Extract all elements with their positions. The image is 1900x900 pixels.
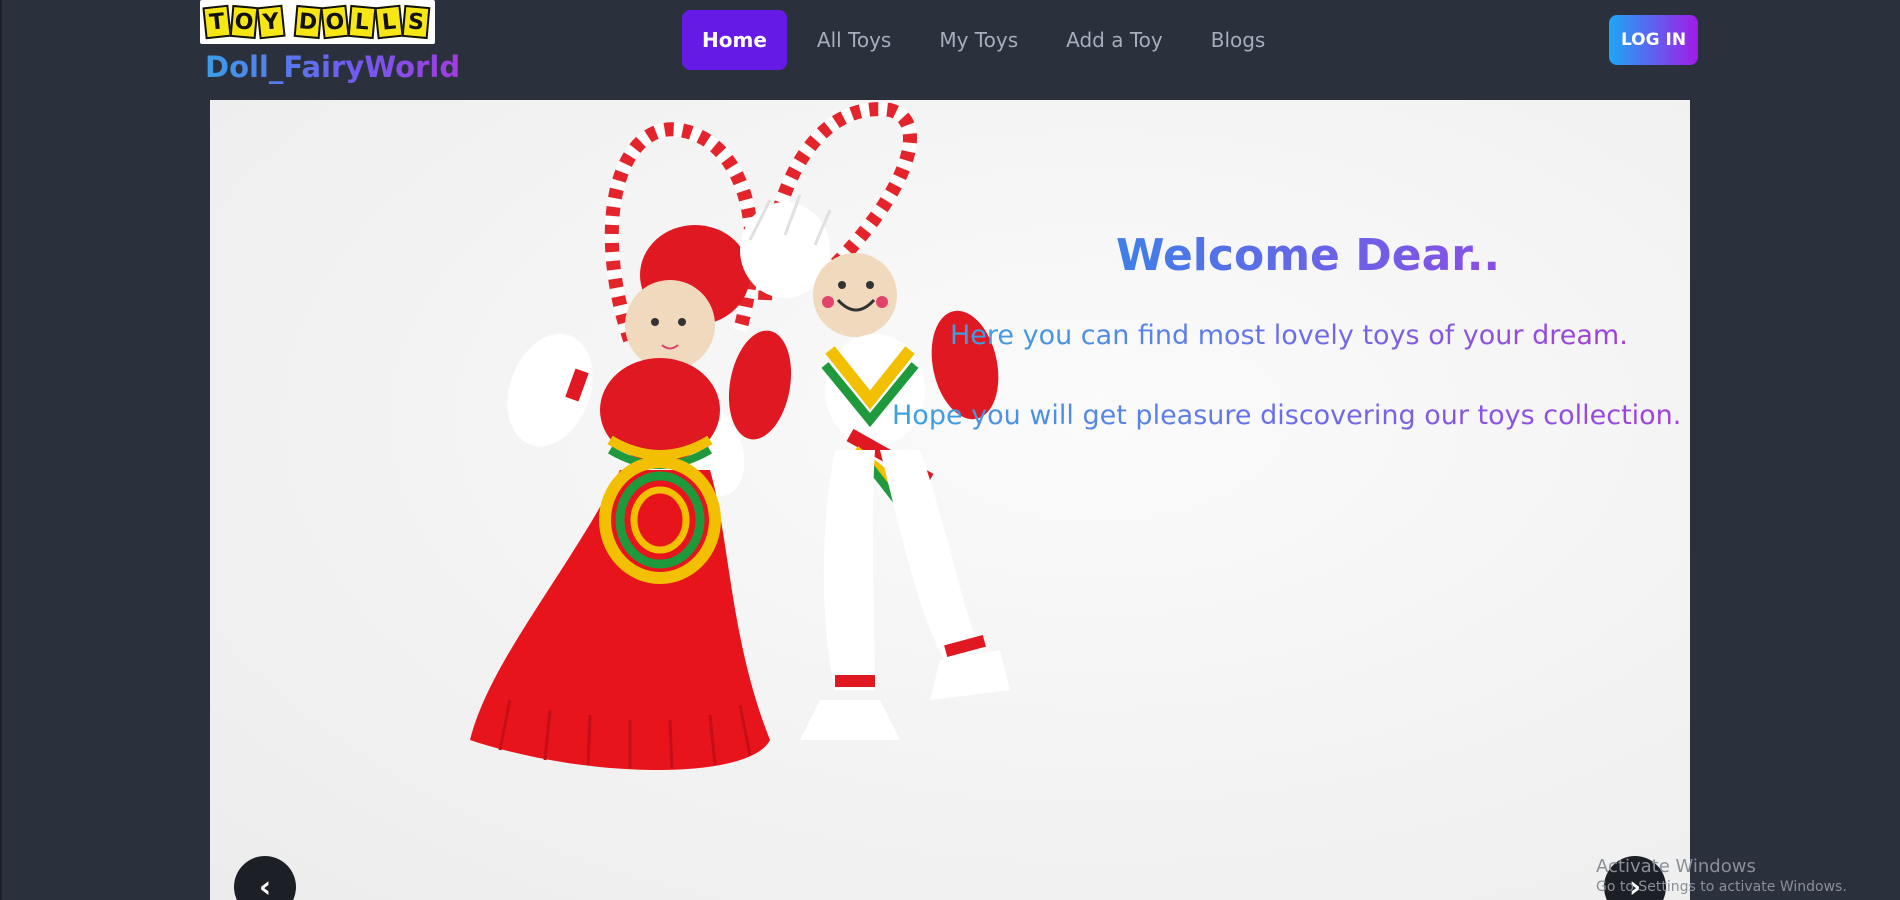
hero-carousel-slide: Welcome Dear.. Here you can find most lo… <box>210 100 1690 900</box>
logo-letter: S <box>401 4 431 40</box>
nav-blogs[interactable]: Blogs <box>1187 10 1290 70</box>
hero-image <box>470 102 1010 770</box>
login-button[interactable]: LOG IN <box>1609 15 1698 65</box>
nav-add-a-toy[interactable]: Add a Toy <box>1042 10 1187 70</box>
logo-letter: Y <box>256 4 286 40</box>
window-edge <box>0 0 2 900</box>
nav-home[interactable]: Home <box>682 10 787 70</box>
logo-letter: D <box>293 4 323 40</box>
main-nav: Home All Toys My Toys Add a Toy Blogs <box>682 10 1289 70</box>
hero-subtitle-2: Hope you will get pleasure discovering o… <box>892 400 1682 431</box>
site-logo[interactable]: T O Y D O L L S <box>200 0 435 44</box>
logo-letter: L <box>347 4 377 40</box>
hero-subtitle-1: Here you can find most lovely toys of yo… <box>950 320 1628 351</box>
navbar: T O Y D O L L S Doll_FairyWorld Home All… <box>0 0 1900 100</box>
windows-activation-watermark: Activate Windows Go to Settings to activ… <box>1596 856 1847 895</box>
nav-my-toys[interactable]: My Toys <box>915 10 1042 70</box>
nav-all-toys[interactable]: All Toys <box>793 10 915 70</box>
watermark-subtitle: Go to Settings to activate Windows. <box>1596 879 1847 895</box>
hero-title: Welcome Dear.. <box>1116 230 1501 281</box>
logo-letter: T <box>202 4 232 40</box>
brand-name[interactable]: Doll_FairyWorld <box>205 50 460 84</box>
logo-letter: O <box>320 4 350 40</box>
logo-letter: O <box>229 4 259 40</box>
watermark-title: Activate Windows <box>1596 856 1756 877</box>
logo-letter: L <box>374 4 404 40</box>
